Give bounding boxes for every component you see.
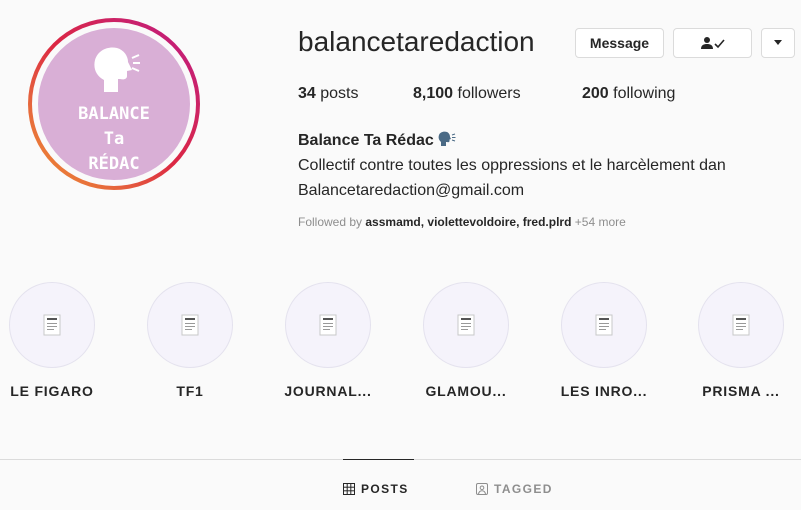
profile-username: balancetaredaction (298, 26, 535, 57)
posts-count: 34 (298, 85, 316, 102)
bio-email: Balancetaredaction@gmail.com (298, 182, 525, 199)
tab-posts-label: POSTS (361, 482, 409, 496)
highlight-cover (561, 282, 647, 368)
highlight-cover (147, 282, 233, 368)
bio-description: Collectif contre toutes les oppressions … (298, 157, 726, 174)
active-tab-indicator (343, 459, 414, 460)
document-thumbnail-icon (732, 314, 750, 336)
story-highlight[interactable]: PRISMA ... (686, 282, 796, 399)
story-highlight[interactable]: LE FIGARO (0, 282, 107, 399)
document-thumbnail-icon (319, 314, 337, 336)
posts-label: posts (320, 85, 359, 102)
profile-bio: Balance Ta Rédac Collectif contre toutes… (298, 128, 801, 203)
highlight-label: TF1 (176, 383, 204, 399)
story-highlight[interactable]: TF1 (135, 282, 245, 399)
tab-tagged[interactable]: TAGGED (476, 482, 553, 496)
caret-down-icon (774, 40, 782, 45)
following-count: 200 (582, 85, 609, 102)
bio-name: Balance Ta Rédac (298, 132, 434, 149)
avatar[interactable]: BALANCE Ta RÉDAC (38, 28, 190, 180)
profile-avatar-ring[interactable]: BALANCE Ta RÉDAC (28, 18, 200, 190)
followed-by-users: assmamd, violettevoldoire, fred.plrd (365, 215, 572, 229)
avatar-brand-text: BALANCE Ta RÉDAC (78, 104, 150, 174)
followed-by-prefix: Followed by (298, 215, 363, 229)
tagged-user-icon (476, 483, 488, 495)
followed-by-more: +54 more (574, 215, 626, 229)
story-highlight[interactable]: GLAMOU... (411, 282, 521, 399)
speaking-head-icon (94, 47, 140, 92)
highlight-cover (423, 282, 509, 368)
document-thumbnail-icon (181, 314, 199, 336)
bio-name-row: Balance Ta Rédac (298, 128, 801, 153)
followers-count: 8,100 (413, 85, 454, 102)
stat-posts: 34 posts (298, 85, 359, 103)
followers-label: followers (457, 85, 521, 102)
highlight-label: GLAMOU... (425, 383, 507, 399)
more-options-button[interactable] (761, 28, 795, 58)
highlight-label: LE FIGARO (10, 383, 94, 399)
highlight-label: JOURNAL... (284, 383, 372, 399)
highlight-label: PRISMA ... (702, 383, 780, 399)
highlight-cover (9, 282, 95, 368)
followed-by[interactable]: Followed by assmamd, violettevoldoire, f… (298, 215, 626, 229)
document-thumbnail-icon (595, 314, 613, 336)
document-thumbnail-icon (457, 314, 475, 336)
message-button[interactable]: Message (575, 28, 664, 58)
following-button[interactable] (673, 28, 752, 58)
stat-following[interactable]: 200 following (582, 85, 675, 103)
story-highlight[interactable]: LES INRO... (549, 282, 659, 399)
tab-tagged-label: TAGGED (494, 482, 553, 496)
document-thumbnail-icon (43, 314, 61, 336)
stat-followers[interactable]: 8,100 followers (413, 85, 521, 103)
tab-posts[interactable]: POSTS (343, 482, 409, 496)
highlight-cover (285, 282, 371, 368)
grid-icon (343, 483, 355, 495)
highlight-cover (698, 282, 784, 368)
highlight-label: LES INRO... (560, 383, 648, 399)
story-highlight[interactable]: JOURNAL... (273, 282, 383, 399)
speaking-head-icon (438, 131, 456, 146)
following-label: following (613, 85, 676, 102)
person-check-icon (700, 37, 725, 49)
